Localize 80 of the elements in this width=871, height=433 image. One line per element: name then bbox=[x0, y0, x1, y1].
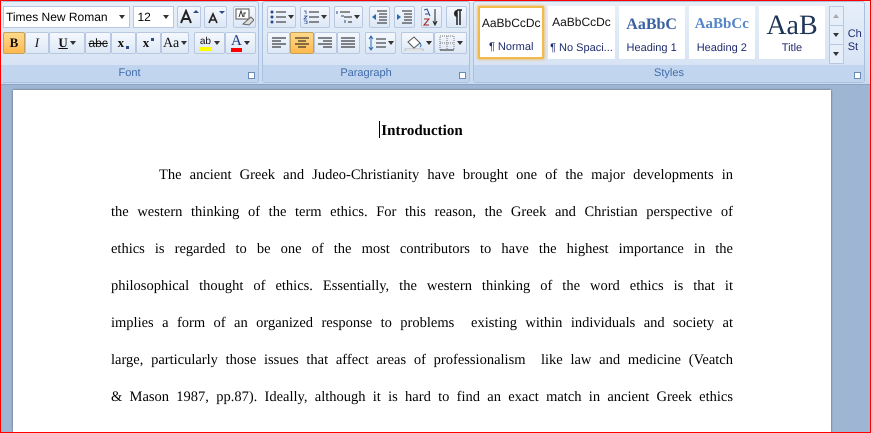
increase-indent-icon bbox=[396, 10, 412, 24]
align-center-icon bbox=[294, 37, 309, 49]
numbered-list-icon bbox=[302, 10, 319, 24]
style-gallery-item[interactable]: AaBbCcDc ¶ No Spaci... bbox=[548, 6, 615, 59]
border-icon bbox=[438, 35, 455, 51]
dialog-launcher-icon[interactable] bbox=[248, 72, 255, 79]
alignment-button[interactable] bbox=[336, 32, 360, 54]
text-line: implies a form of an organized response to problems existing within individuals and society at bbox=[111, 314, 733, 332]
align-right-icon bbox=[318, 37, 332, 49]
style-gallery-item[interactable]: AaBbC Heading 1 bbox=[618, 6, 685, 59]
style-gallery-item[interactable]: AaBbCc Heading 2 bbox=[688, 6, 755, 59]
font-color-button[interactable]: A bbox=[224, 32, 256, 54]
text-line: large, particularly those issues that affect areas of professionalism like law and medicine (Veatch bbox=[111, 350, 733, 370]
strikethrough-button[interactable]: abc bbox=[85, 32, 111, 54]
font-name-dropdown[interactable]: Times New Roman bbox=[3, 6, 130, 28]
gallery-scrollbar[interactable] bbox=[829, 6, 844, 64]
more-icon bbox=[833, 52, 840, 56]
dialog-launcher-icon[interactable] bbox=[459, 72, 466, 79]
caret-icon bbox=[244, 41, 250, 45]
text-cursor bbox=[379, 121, 380, 138]
alignment-button[interactable] bbox=[314, 32, 337, 54]
paint-bucket-icon bbox=[404, 35, 424, 51]
group-label: Paragraph bbox=[263, 65, 469, 82]
line-spacing-button[interactable] bbox=[365, 32, 396, 54]
borders-button[interactable] bbox=[434, 32, 468, 54]
italic-button[interactable]: I bbox=[25, 32, 49, 54]
increase-indent-button[interactable] bbox=[394, 6, 415, 28]
group-label: Styles bbox=[474, 65, 864, 82]
shrink-font-button[interactable] bbox=[204, 6, 227, 28]
underline-button[interactable]: U bbox=[48, 32, 86, 54]
caret-icon bbox=[70, 41, 76, 45]
decrease-indent-icon bbox=[371, 10, 388, 24]
caret-icon bbox=[162, 15, 169, 19]
text-line: ethics is regarded to be one of the most contributors to have the highest importance in the bbox=[111, 240, 733, 258]
multilevel-list-icon bbox=[336, 10, 352, 24]
eraser-icon bbox=[234, 8, 254, 26]
decrease-indent-button[interactable] bbox=[368, 6, 390, 28]
clear-formatting-button[interactable] bbox=[232, 6, 256, 28]
caret-icon bbox=[181, 41, 188, 45]
group-label: Font bbox=[1, 65, 258, 82]
show-marks-button[interactable] bbox=[446, 6, 468, 28]
caret-icon bbox=[320, 15, 327, 19]
sort-button[interactable] bbox=[420, 6, 442, 28]
change-styles-button[interactable]: Ch St bbox=[848, 6, 864, 54]
bullets-button[interactable] bbox=[267, 6, 296, 28]
caret-icon bbox=[214, 41, 220, 45]
subscript-button[interactable]: x bbox=[111, 32, 136, 54]
heading: Introduction bbox=[381, 120, 463, 141]
bold-button[interactable]: B bbox=[3, 32, 25, 54]
scroll-up-icon bbox=[833, 14, 840, 18]
numbering-button[interactable] bbox=[300, 6, 330, 28]
multilevel-list-button[interactable] bbox=[334, 6, 363, 28]
caret-icon bbox=[426, 41, 432, 45]
shading-button[interactable] bbox=[401, 32, 434, 54]
superscript-button[interactable]: x bbox=[136, 32, 162, 54]
sort-icon bbox=[423, 8, 440, 26]
alignment-button[interactable] bbox=[267, 32, 290, 54]
grow-font-button[interactable] bbox=[176, 6, 201, 28]
change-case-button[interactable]: Aa bbox=[161, 32, 189, 54]
text-line: philosophical thought of ethics. Essentially, the western thinking of the word ethics is that it bbox=[111, 276, 733, 296]
style-gallery-item[interactable]: AaB Title bbox=[758, 6, 826, 59]
alignment-button[interactable] bbox=[290, 32, 314, 54]
caret-icon bbox=[388, 41, 394, 45]
caret-icon bbox=[456, 41, 463, 45]
scroll-down-icon bbox=[833, 33, 840, 37]
text-line: The ancient Greek and Judeo-Christianity have brought one of the major developments in bbox=[158, 166, 733, 184]
bullet-list-icon bbox=[270, 10, 286, 24]
caret-icon bbox=[119, 15, 126, 19]
font-size-dropdown[interactable]: 12 bbox=[133, 6, 174, 28]
text-line: & Mason 1987, pp.87). Ideally, although it is hard to find an exact match in ancient Greek ethics bbox=[111, 388, 733, 406]
caret-icon bbox=[288, 15, 294, 19]
justify-icon bbox=[341, 37, 356, 49]
caret-icon bbox=[354, 15, 360, 19]
highlight-button[interactable]: ab bbox=[194, 32, 225, 54]
grow-font-icon bbox=[178, 9, 200, 25]
dialog-launcher-icon[interactable] bbox=[854, 72, 861, 79]
style-gallery-item[interactable]: AaBbCcDc ¶ Normal bbox=[478, 6, 544, 59]
align-left-icon bbox=[272, 37, 286, 49]
line-spacing-icon bbox=[368, 35, 386, 51]
text-line: the western thinking of the term ethics. For this reason, the Greek and Christian perspective of bbox=[111, 202, 733, 222]
